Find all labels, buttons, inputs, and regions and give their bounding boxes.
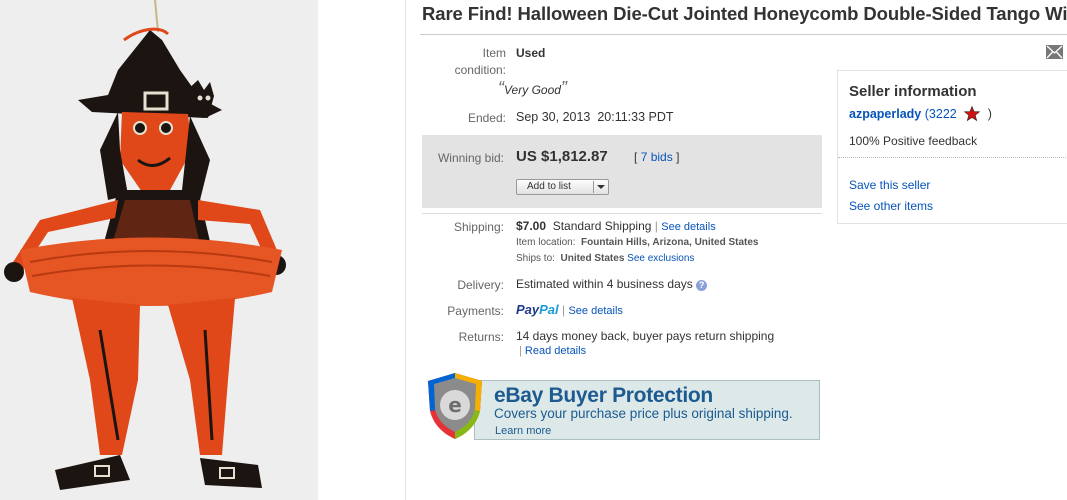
- ships-to: Ships to: United States See exclusions: [516, 253, 695, 264]
- add-to-list-button[interactable]: Add to list: [516, 179, 609, 195]
- bids-link[interactable]: 7 bids: [641, 150, 673, 164]
- seller-name-link[interactable]: azpaperlady: [849, 107, 921, 121]
- delivery-label: Delivery:: [457, 278, 504, 292]
- buyer-protection-banner[interactable]: e eBay Buyer Protection Covers your purc…: [424, 371, 821, 440]
- delivery-value: Estimated within 4 business days ?: [516, 277, 708, 291]
- returns-details: | Read details: [519, 345, 587, 357]
- ended-value: Sep 30, 2013 20:11:33 PDT: [516, 110, 674, 124]
- item-title: Rare Find! Halloween Die-Cut Jointed Hon…: [422, 3, 1067, 24]
- help-icon[interactable]: ?: [696, 280, 708, 291]
- dropdown-arrow-icon[interactable]: [597, 185, 605, 189]
- svg-text:e: e: [448, 393, 462, 417]
- ebay-shield-logo: e: [428, 373, 482, 439]
- title-divider: [420, 34, 1067, 35]
- shipping-label: Shipping:: [453, 220, 504, 234]
- winning-bid-box: [422, 135, 822, 208]
- item-location: Item location: Fountain Hills, Arizona, …: [516, 237, 759, 248]
- photo-divider: [405, 0, 406, 500]
- condition-label: Item condition:: [454, 46, 506, 77]
- seller-info-heading: Seller information: [849, 83, 977, 100]
- save-seller-link[interactable]: Save this seller: [849, 178, 930, 192]
- item-photo[interactable]: [0, 0, 318, 500]
- buyer-protection-title: eBay Buyer Protection: [494, 384, 713, 407]
- seller-feedback: 100% Positive feedback: [849, 134, 978, 148]
- seller-name-row: azpaperlady (3222 ): [849, 105, 992, 122]
- payments-label: Payments:: [447, 304, 504, 318]
- payments-value: PayPal | See details: [516, 302, 623, 317]
- seller-info-panel: Seller information azpaperlady (3222 ) 1…: [837, 70, 1067, 224]
- bids-count: [ 7 bids ]: [634, 150, 680, 164]
- seller-score-link[interactable]: 3222: [929, 107, 957, 121]
- winning-bid-label: Winning bid:: [437, 151, 504, 165]
- see-other-items-link[interactable]: See other items: [849, 199, 933, 213]
- read-details-link[interactable]: Read details: [525, 345, 586, 357]
- details-divider: [422, 213, 822, 214]
- buyer-protection-subtitle: Covers your purchase price plus original…: [494, 406, 793, 421]
- condition-quote: “Very Good”: [498, 78, 567, 98]
- see-exclusions-link[interactable]: See exclusions: [627, 253, 694, 264]
- seller-divider: [838, 157, 1067, 158]
- condition-value: Used: [516, 46, 546, 60]
- shipping-value: $7.00 Standard Shipping | See details: [516, 219, 716, 233]
- mail-icon[interactable]: [1046, 45, 1063, 59]
- learn-more-link[interactable]: Learn more: [495, 425, 551, 437]
- star-icon: [963, 105, 981, 122]
- payments-see-details-link[interactable]: See details: [568, 305, 622, 317]
- ended-label: Ended:: [467, 111, 506, 125]
- paypal-logo: PayPal: [516, 302, 559, 317]
- witch-photo: [0, 0, 318, 500]
- shipping-see-details-link[interactable]: See details: [661, 221, 715, 233]
- winning-bid-price: US $1,812.87: [516, 148, 608, 165]
- returns-value: 14 days money back, buyer pays return sh…: [516, 329, 775, 343]
- returns-label: Returns:: [458, 330, 504, 344]
